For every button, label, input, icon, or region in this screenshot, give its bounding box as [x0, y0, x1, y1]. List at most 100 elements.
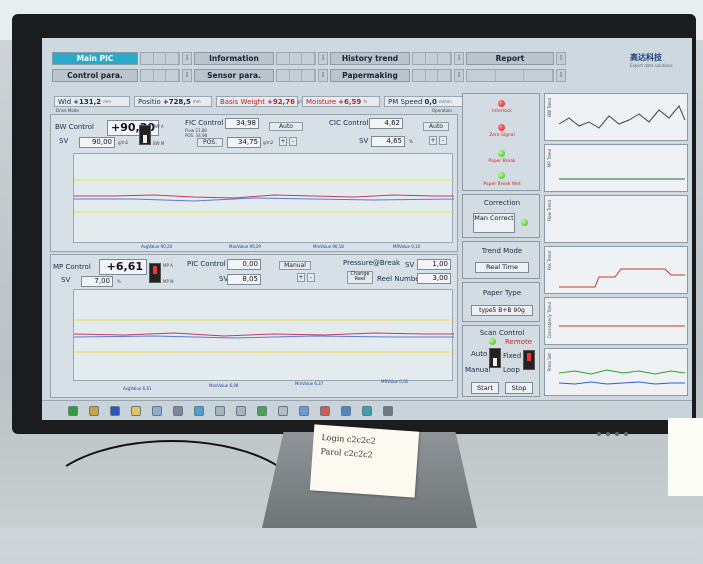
status-bar: Wid +131,2 mm Positio +728,5 mm Basis Weight…: [54, 96, 464, 107]
network-icon[interactable]: [362, 405, 372, 416]
refresh-icon[interactable]: [257, 405, 267, 416]
hmi-screen: Main PIC ⇩ Information ⇩ History trend ⇩…: [42, 38, 692, 420]
cic-up-button[interactable]: +: [429, 136, 437, 145]
pic-up-button[interactable]: +: [297, 273, 305, 282]
mp-avg-value: AvgValue 6,61: [123, 386, 152, 391]
fic-up-button[interactable]: +: [279, 137, 287, 146]
mp-profile-chart: [73, 289, 454, 381]
paper-type-select[interactable]: type5 B+B 90g: [471, 305, 533, 316]
reel-number-value: 3,00: [417, 273, 451, 284]
mp-profile-line: [74, 332, 454, 337]
tab-information[interactable]: Information: [194, 52, 274, 65]
consistency-trend-svg: [559, 325, 685, 327]
bw-control-title: BW Control: [55, 123, 95, 131]
chevron-down-icon[interactable]: ⇩: [556, 69, 566, 82]
zoom-icon[interactable]: [278, 405, 288, 416]
side-note: [668, 418, 703, 496]
mp-setpoint[interactable]: 7,00: [81, 276, 113, 287]
arrow-left-icon[interactable]: [215, 405, 225, 416]
chevron-down-icon[interactable]: ⇩: [182, 69, 192, 82]
paper-break-led: [498, 150, 505, 157]
stop-button[interactable]: Stop: [505, 382, 533, 394]
tab-papermaking[interactable]: Papermaking: [330, 69, 410, 82]
chevron-down-icon[interactable]: ⇩: [318, 69, 328, 82]
cic-down-button[interactable]: -: [439, 136, 447, 145]
arrow-right-icon[interactable]: [236, 405, 246, 416]
play-icon[interactable]: [68, 405, 78, 416]
cic-setpoint[interactable]: 4,65: [371, 136, 405, 147]
mp-avg-line: [74, 335, 454, 339]
zero-signal-led: [498, 124, 505, 131]
power-cable: [40, 440, 304, 564]
bw-mode-switch[interactable]: [139, 125, 151, 145]
cic-mode-button[interactable]: Auto: [423, 122, 449, 131]
correction-led: [521, 219, 528, 226]
chevron-down-icon[interactable]: ⇩: [454, 69, 464, 82]
mp-control-panel: MP Control +6,61 SV 7,00 % MP A MP M PIC…: [50, 254, 458, 398]
folder-icon[interactable]: [89, 405, 99, 416]
chevron-down-icon[interactable]: ⇩: [182, 52, 192, 65]
mp-trend-svg: [559, 178, 685, 180]
bw-trend-line: [558, 105, 686, 129]
fic-down-button[interactable]: -: [289, 137, 297, 146]
tab-control-para[interactable]: Control para.: [52, 69, 138, 82]
bw-avg-line: [74, 197, 454, 202]
scan-control-panel: Scan Control Remote Auto Manual Fixed Lo…: [462, 325, 540, 397]
pm-speed-field: PM Speed 0,0 m/min: [384, 96, 464, 107]
edit-icon[interactable]: [152, 405, 162, 416]
export-icon[interactable]: [341, 405, 351, 416]
save-icon[interactable]: [194, 405, 204, 416]
chevron-down-icon[interactable]: ⇩: [318, 52, 328, 65]
bw-trend-svg: [558, 105, 686, 129]
main-navigation: Main PIC ⇩ Information ⇩ History trend ⇩…: [52, 52, 626, 90]
chevron-down-icon[interactable]: ⇩: [556, 52, 566, 65]
drive-mode-label: Drive Mode: [56, 108, 79, 113]
tab-report[interactable]: Report: [466, 52, 554, 65]
help-icon[interactable]: [383, 405, 393, 416]
paper-type-panel: Paper Type type5 B+B 90g: [462, 282, 540, 322]
tab-sensor-para[interactable]: Sensor para.: [194, 69, 274, 82]
man-correct-button[interactable]: Man Correct: [473, 213, 515, 233]
close-icon[interactable]: [320, 405, 330, 416]
auto-manual-switch[interactable]: [489, 348, 501, 368]
alarm-panel: Interlock Zero Signal Paper Break Paper …: [462, 93, 540, 191]
pos-trend-svg: [559, 268, 685, 288]
pic-setpoint[interactable]: 8,05: [227, 274, 261, 285]
note-icon[interactable]: [131, 405, 141, 416]
trend-mode-panel: Trend Mode Real Time: [462, 241, 540, 279]
start-button[interactable]: Start: [471, 382, 499, 394]
paper-break-wet-led: [498, 172, 505, 179]
chart-icon[interactable]: [173, 405, 183, 416]
monitor-buttons[interactable]: [597, 421, 637, 436]
mp-control-title: MP Control: [53, 263, 91, 271]
remote-led: [489, 338, 496, 345]
position-field: Positio +728,5 mm: [134, 96, 212, 107]
bw-trend-chart: BW Trend: [544, 93, 688, 141]
bw-profile-line: [74, 194, 454, 199]
bw-profile-chart: [73, 153, 454, 243]
correction-panel: Correction Man Correct: [462, 194, 540, 238]
change-reel-button[interactable]: Change Reel: [347, 271, 373, 284]
tab-history-trend[interactable]: History trend: [330, 52, 410, 65]
brand-logo: 高达科技 Expert data solutions: [630, 53, 673, 68]
real-time-button[interactable]: Real Time: [475, 262, 529, 273]
mp-value: +6,61: [99, 259, 147, 275]
mp-mode-switch[interactable]: [149, 263, 161, 283]
pressure-break-label: Pressure@Break: [343, 259, 401, 267]
fic-value: 34,98: [225, 118, 259, 129]
settings-icon[interactable]: [110, 405, 120, 416]
print-icon[interactable]: [299, 405, 309, 416]
fixed-loop-switch[interactable]: [523, 350, 535, 370]
fic-setpoint[interactable]: 34,75: [227, 137, 261, 148]
pic-down-button[interactable]: -: [307, 273, 315, 282]
bw-mr-value: MRValue 0,10: [393, 244, 421, 249]
tab-main-pic[interactable]: Main PIC: [52, 52, 138, 65]
fic-mode-button[interactable]: Auto: [269, 122, 303, 131]
bw-setpoint[interactable]: 90,00: [79, 137, 115, 148]
pressure-setpoint[interactable]: 1,00: [417, 259, 451, 270]
fic-pos-button[interactable]: POS.: [197, 138, 223, 147]
pos-trend-chart: Pos Trend: [544, 246, 688, 294]
chevron-down-icon[interactable]: ⇩: [454, 52, 464, 65]
pic-mode-button[interactable]: Manual: [279, 261, 311, 270]
press-set-trend-svg: [558, 369, 686, 385]
